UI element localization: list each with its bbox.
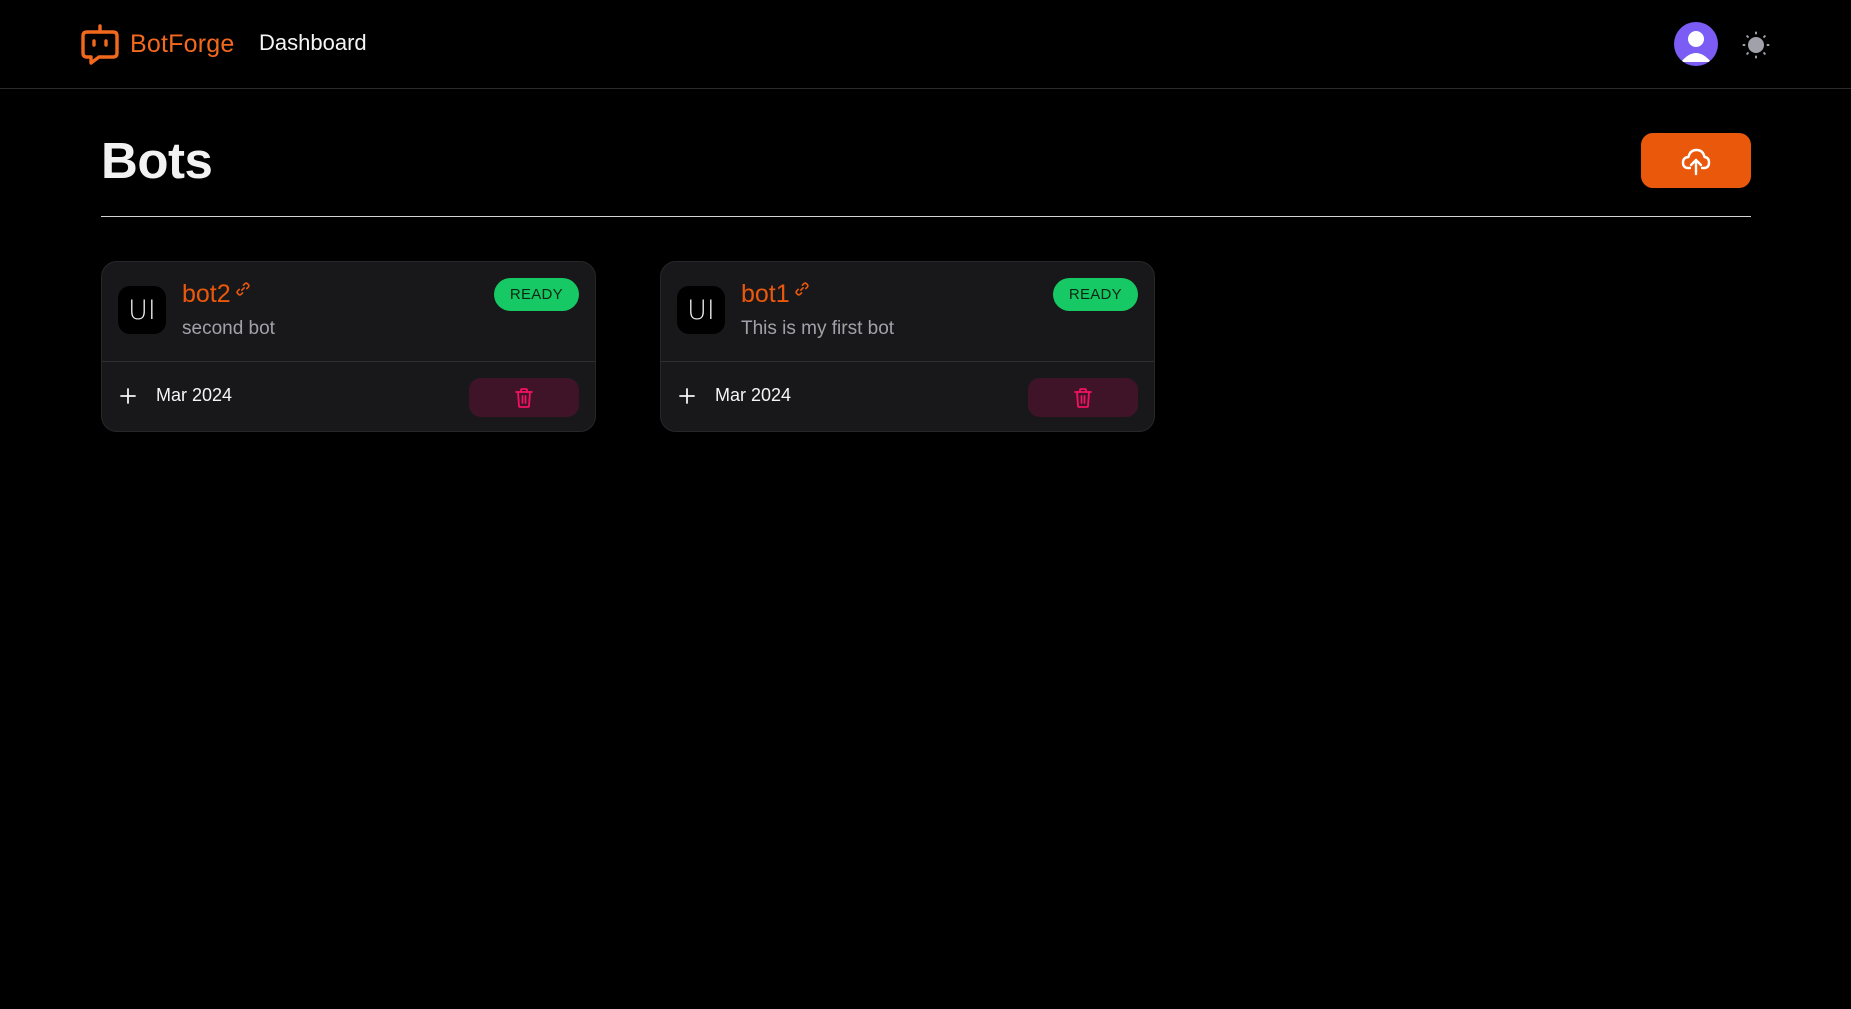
- nav-link-dashboard[interactable]: Dashboard: [259, 30, 367, 56]
- user-avatar-button[interactable]: [1674, 22, 1718, 66]
- status-badge: READY: [493, 278, 579, 311]
- bot-name-row: bot2: [182, 278, 251, 310]
- bot-description: second bot: [182, 318, 275, 339]
- top-navbar: BotForge Dashboard: [0, 0, 1851, 89]
- sun-icon[interactable]: [1742, 31, 1770, 59]
- page-title: Bots: [101, 132, 213, 189]
- bot-date: Mar 2024: [715, 385, 792, 405]
- upload-bot-button[interactable]: [1641, 133, 1751, 188]
- bot-card[interactable]: UI bot1 This is my first bot READY Mar 2…: [660, 261, 1155, 432]
- trash-icon: [1074, 387, 1092, 408]
- brand-name: BotForge: [130, 29, 235, 58]
- trash-icon: [515, 387, 533, 408]
- bot-name-link[interactable]: bot2: [182, 278, 231, 310]
- brand-home-link[interactable]: BotForge: [80, 22, 234, 66]
- bot-name-link[interactable]: bot1: [741, 278, 790, 310]
- link-icon[interactable]: [794, 281, 810, 297]
- bot-avatar: UI: [677, 286, 725, 334]
- delete-bot-button[interactable]: [469, 378, 579, 417]
- delete-bot-button[interactable]: [1028, 378, 1138, 417]
- cloud-upload-icon: [1681, 148, 1711, 175]
- status-badge: READY: [1052, 278, 1138, 311]
- link-icon[interactable]: [235, 281, 251, 297]
- title-divider: [101, 216, 1751, 217]
- bot-logo-icon: [81, 24, 119, 65]
- card-divider: [102, 361, 595, 362]
- bot-card[interactable]: UI bot2 second bot READY Mar 2024: [101, 261, 596, 432]
- bot-date: Mar 2024: [156, 385, 233, 405]
- card-divider: [661, 361, 1154, 362]
- bot-description: This is my first bot: [741, 318, 895, 339]
- plus-icon[interactable]: [678, 387, 696, 405]
- plus-icon[interactable]: [119, 387, 137, 405]
- bot-avatar: UI: [118, 286, 166, 334]
- bot-name-row: bot1: [741, 278, 810, 310]
- user-icon: [1681, 31, 1711, 62]
